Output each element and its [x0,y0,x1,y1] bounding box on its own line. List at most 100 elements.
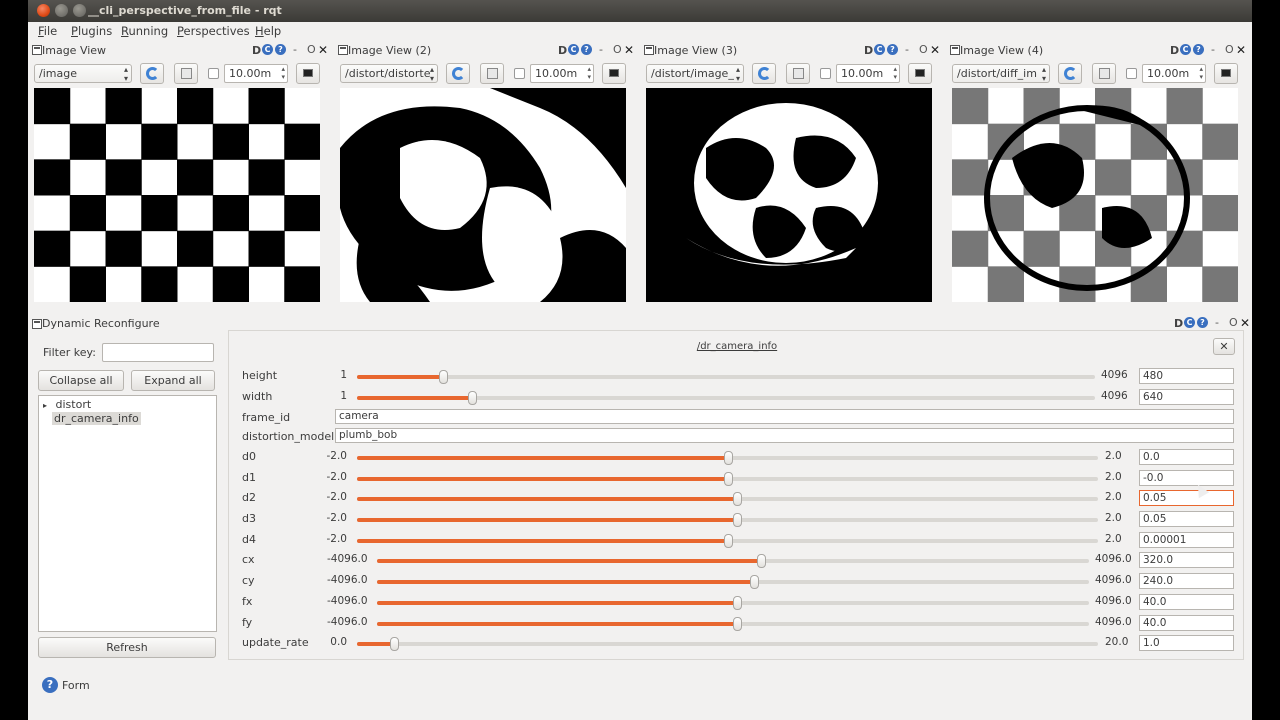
close-icon[interactable]: ✕ [318,43,328,57]
param-value-field[interactable]: 240.0 [1139,573,1234,589]
param-value-field[interactable]: 0.05 [1139,490,1234,506]
param-slider[interactable] [377,596,1089,610]
help-icon[interactable]: ? [42,677,58,693]
save-image-button[interactable] [1092,63,1116,84]
close-icon[interactable]: ✕ [1236,43,1246,57]
param-value-field[interactable]: 40.0 [1139,615,1234,631]
slider-handle[interactable] [439,370,448,384]
reload-icon[interactable]: C [874,44,885,55]
close-icon[interactable]: ✕ [1240,316,1250,330]
param-slider[interactable] [377,554,1089,568]
minimize-icon[interactable]: - [293,43,297,56]
color-scheme-button[interactable] [1214,63,1238,84]
slider-handle[interactable] [733,596,742,610]
panel-close-button[interactable]: ✕ [1213,338,1235,355]
slider-handle[interactable] [390,637,399,651]
zoom-spinbox[interactable]: 10.00m ▴ ▾ [836,64,900,83]
slider-handle[interactable] [724,472,733,486]
reload-icon[interactable]: C [1184,317,1195,328]
topic-combo[interactable]: /distort/distorte ▴ ▾ [340,64,438,83]
minimize-icon[interactable]: - [599,43,603,56]
float-icon[interactable]: O [1225,43,1234,56]
spin-arrows-icon[interactable]: ▴ ▾ [281,65,285,81]
float-icon[interactable]: O [919,43,928,56]
window-close-button[interactable] [37,4,50,17]
smooth-checkbox[interactable] [1126,68,1137,79]
slider-handle[interactable] [724,534,733,548]
save-image-button[interactable] [480,63,504,84]
refresh-button[interactable]: Refresh [38,637,216,658]
window-minimize-button[interactable] [55,4,68,17]
expand-all-button[interactable]: Expand all [131,370,215,391]
window-maximize-button[interactable] [73,4,86,17]
param-value-field[interactable]: -0.0 [1139,470,1234,486]
topic-combo[interactable]: /distort/image_ ▴ ▾ [646,64,744,83]
param-slider[interactable] [357,370,1095,384]
param-slider[interactable] [357,451,1098,465]
param-value-field[interactable]: 480 [1139,368,1234,384]
param-slider[interactable] [357,637,1098,651]
minimize-icon[interactable]: - [1211,43,1215,56]
param-slider[interactable] [357,391,1095,405]
param-value-field[interactable]: 0.05 [1139,511,1234,527]
menu-running[interactable]: Running [121,24,168,38]
tree-item-dr-camera-info[interactable]: dr_camera_info [52,412,141,425]
refresh-topics-button[interactable] [446,63,470,84]
spin-arrows-icon[interactable]: ▴ ▾ [587,65,591,81]
menu-file[interactable]: File [38,24,57,38]
menu-perspectives[interactable]: Perspectives [177,24,250,38]
slider-handle[interactable] [733,617,742,631]
dc-icon[interactable]: D [864,44,873,57]
topic-combo[interactable]: /image ▴ ▾ [34,64,132,83]
zoom-spinbox[interactable]: 10.00m ▴ ▾ [224,64,288,83]
refresh-topics-button[interactable] [140,63,164,84]
float-icon[interactable]: O [307,43,316,56]
save-image-button[interactable] [786,63,810,84]
param-value-field[interactable]: 1.0 [1139,635,1234,651]
reload-icon[interactable]: C [262,44,273,55]
close-icon[interactable]: ✕ [624,43,634,57]
menu-help[interactable]: Help [255,24,281,38]
smooth-checkbox[interactable] [514,68,525,79]
param-value-field[interactable]: 0.00001 [1139,532,1234,548]
save-image-button[interactable] [174,63,198,84]
smooth-checkbox[interactable] [820,68,831,79]
refresh-topics-button[interactable] [752,63,776,84]
help-icon[interactable]: ? [887,44,898,55]
help-icon[interactable]: ? [1197,317,1208,328]
color-scheme-button[interactable] [602,63,626,84]
tree-item-distort[interactable]: ▸ distort [43,398,91,411]
param-text-field[interactable]: plumb_bob [335,428,1234,443]
slider-handle[interactable] [733,492,742,506]
help-icon[interactable]: ? [1193,44,1204,55]
param-slider[interactable] [377,617,1089,631]
smooth-checkbox[interactable] [208,68,219,79]
minimize-icon[interactable]: - [905,43,909,56]
param-slider[interactable] [357,472,1098,486]
zoom-spinbox[interactable]: 10.00m ▴ ▾ [530,64,594,83]
param-value-field[interactable]: 40.0 [1139,594,1234,610]
slider-handle[interactable] [733,513,742,527]
slider-handle[interactable] [757,554,766,568]
expand-arrow-icon[interactable]: ▸ [43,401,47,410]
float-icon[interactable]: O [613,43,622,56]
topic-combo[interactable]: /distort/diff_im ▴ ▾ [952,64,1050,83]
spin-arrows-icon[interactable]: ▴ ▾ [893,65,897,81]
param-slider[interactable] [357,513,1098,527]
slider-handle[interactable] [468,391,477,405]
float-icon[interactable]: O [1229,316,1238,329]
spin-arrows-icon[interactable]: ▴ ▾ [1199,65,1203,81]
param-value-field[interactable]: 640 [1139,389,1234,405]
minimize-icon[interactable]: - [1215,316,1219,329]
dc-icon[interactable]: D [1170,44,1179,57]
close-icon[interactable]: ✕ [930,43,940,57]
param-slider[interactable] [357,534,1098,548]
color-scheme-button[interactable] [908,63,932,84]
param-value-field[interactable]: 320.0 [1139,552,1234,568]
reload-icon[interactable]: C [568,44,579,55]
param-slider[interactable] [377,575,1089,589]
param-slider[interactable] [357,492,1098,506]
refresh-topics-button[interactable] [1058,63,1082,84]
param-text-field[interactable]: camera [335,409,1234,424]
menu-plugins[interactable]: Plugins [71,24,112,38]
